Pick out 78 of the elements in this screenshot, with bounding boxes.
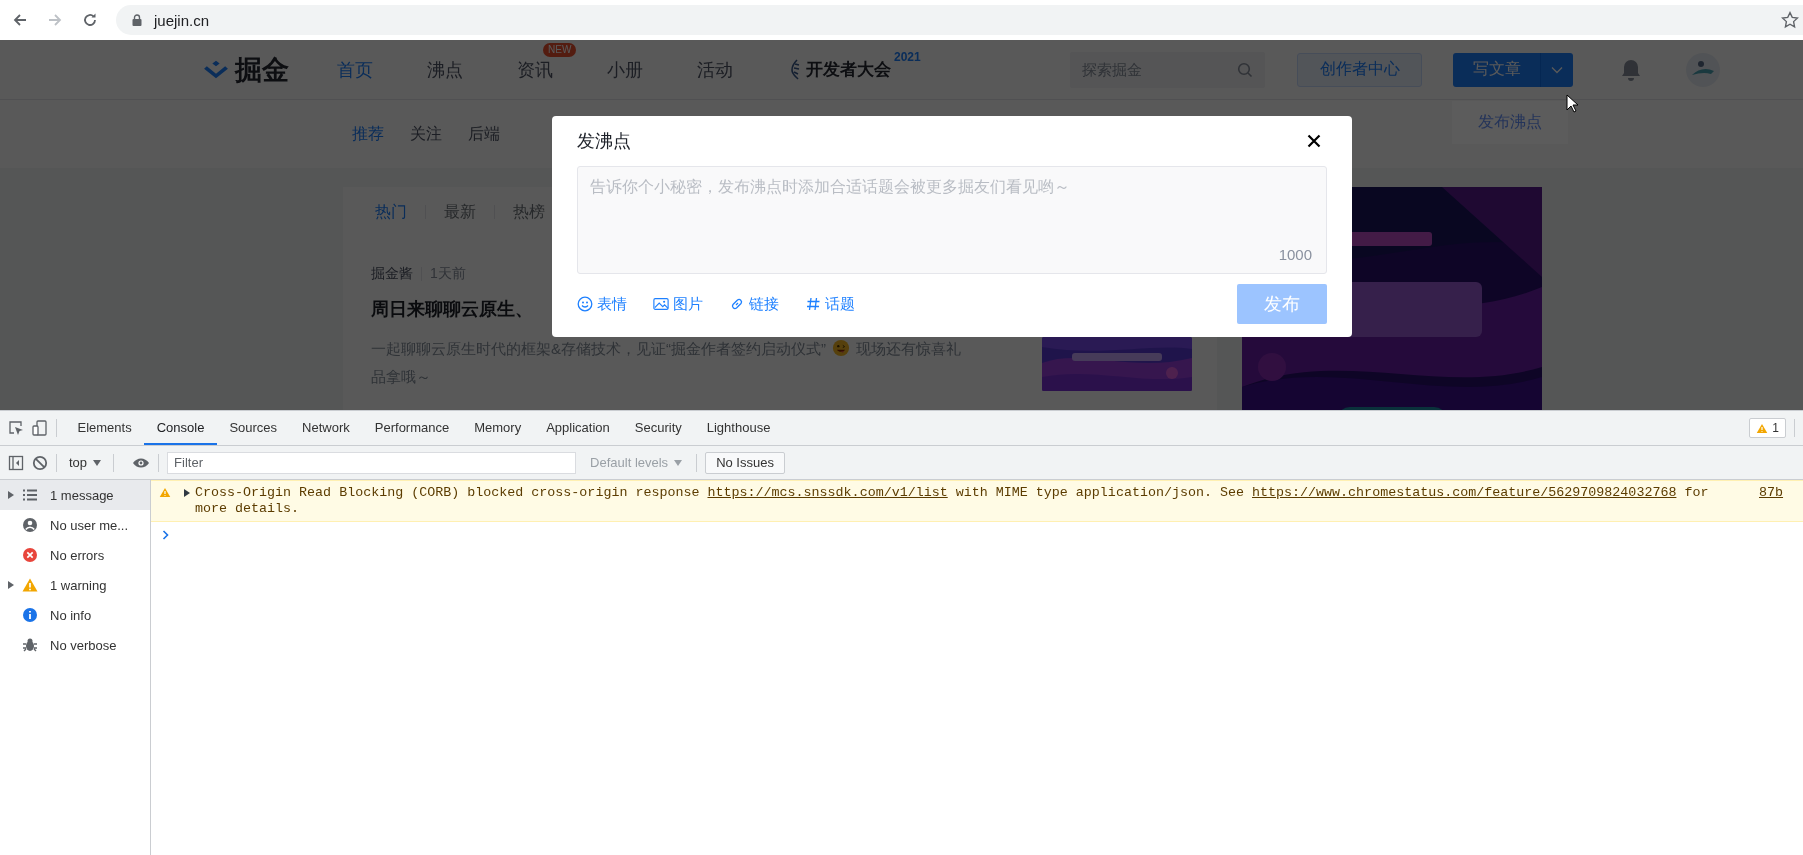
- source-link[interactable]: 87b: [1759, 485, 1784, 501]
- prompt-icon[interactable]: [162, 530, 170, 540]
- error-icon: [22, 547, 38, 563]
- devtools-tab[interactable]: Memory: [461, 411, 534, 445]
- star-icon[interactable]: [1781, 11, 1799, 29]
- sidebar-item[interactable]: No info: [0, 600, 150, 630]
- context-selector[interactable]: top: [65, 455, 106, 470]
- clear-console-icon[interactable]: [32, 454, 48, 471]
- toolbar-link[interactable]: 话题: [805, 294, 855, 314]
- devtools-tab[interactable]: Security: [622, 411, 695, 445]
- character-counter: 1000: [1278, 246, 1312, 263]
- toolbar-link[interactable]: 图片: [653, 294, 703, 314]
- expand-arrow-icon[interactable]: [8, 491, 14, 499]
- device-toolbar-icon[interactable]: [32, 420, 48, 436]
- category-tab[interactable]: 后端: [468, 123, 500, 145]
- url-link[interactable]: https://www.chromestatus.com/feature/5629709824032768: [1252, 485, 1677, 500]
- address-bar[interactable]: juejin.cn: [116, 5, 1803, 35]
- toolbar-link[interactable]: 链接: [729, 294, 779, 314]
- info-icon: [22, 607, 38, 623]
- expand-arrow-icon[interactable]: [8, 581, 14, 589]
- nav-link[interactable]: 小册: [607, 57, 643, 82]
- event-link[interactable]: 开发者大会: [806, 58, 891, 81]
- warning-icon: [159, 487, 171, 498]
- nav-link[interactable]: 活动: [697, 57, 733, 82]
- eye-icon[interactable]: [132, 456, 151, 469]
- url-text: juejin.cn: [154, 11, 210, 29]
- sidebar-item[interactable]: No verbose: [0, 630, 150, 660]
- category-tab[interactable]: 关注: [410, 123, 442, 145]
- feed-tab[interactable]: 热门: [375, 201, 407, 223]
- sidebar-item[interactable]: 1 message: [0, 480, 150, 510]
- inspect-icon[interactable]: [8, 420, 24, 436]
- write-article-button[interactable]: 写文章: [1453, 52, 1541, 87]
- devtools-tab[interactable]: Network: [289, 411, 363, 445]
- filter-field[interactable]: Filter: [167, 451, 577, 474]
- hashtag-icon: [805, 296, 821, 312]
- warnings-counter[interactable]: 1: [1749, 418, 1786, 438]
- post-input-field[interactable]: 告诉你个小秘密，发布沸点时添加合适话题会被更多掘友们看见哟～ 1000: [577, 166, 1327, 274]
- emoji-icon: [832, 339, 850, 357]
- devtools-tab[interactable]: Performance: [362, 411, 462, 445]
- sidebar-toggle-icon[interactable]: [8, 454, 24, 471]
- link-icon: [729, 296, 745, 312]
- list-icon: [22, 487, 38, 503]
- devtools-tab[interactable]: Sources: [216, 411, 290, 445]
- category-tab[interactable]: 推荐: [352, 123, 384, 145]
- nav-link[interactable]: 沸点: [427, 57, 463, 82]
- dropdown-arrow-icon: [93, 459, 102, 466]
- bug-icon: [22, 637, 38, 653]
- dialog-title: 发沸点: [577, 130, 631, 153]
- warning-icon: [1756, 422, 1769, 434]
- smiley-icon: [577, 296, 593, 312]
- user-icon: [22, 517, 38, 533]
- close-icon[interactable]: [1307, 134, 1321, 148]
- issues-button[interactable]: No Issues: [705, 451, 785, 474]
- dropdown-arrow-icon: [674, 459, 683, 466]
- sidebar-item[interactable]: 1 warning: [0, 570, 150, 600]
- devtools-tab[interactable]: Elements: [65, 411, 145, 445]
- event-year: 2021: [894, 50, 921, 64]
- new-badge: NEW: [543, 42, 577, 57]
- lock-icon: [132, 14, 142, 26]
- caret-icon: [1551, 65, 1563, 74]
- expand-arrow-icon[interactable]: [184, 489, 190, 497]
- author-name[interactable]: 掘金酱: [371, 265, 413, 283]
- logo-text[interactable]: 掘金: [235, 51, 289, 88]
- warning-icon: [22, 577, 38, 593]
- toolbar-link[interactable]: 表情: [577, 294, 627, 314]
- log-levels-dropdown[interactable]: Default levels: [584, 454, 689, 471]
- placeholder-text: 告诉你个小秘密，发布沸点时添加合适话题会被更多掘友们看见哟～: [590, 178, 1070, 195]
- back-icon[interactable]: [12, 12, 28, 28]
- image-icon: [653, 296, 669, 312]
- devtools-tab[interactable]: Application: [533, 411, 623, 445]
- nav-link[interactable]: 首页: [337, 57, 373, 82]
- sidebar-item[interactable]: No user me...: [0, 510, 150, 540]
- reload-icon[interactable]: [82, 12, 98, 28]
- url-link[interactable]: https://mcs.snssdk.com/v1/list: [707, 485, 948, 500]
- message-text: Cross-Origin Read Blocking (CORB) blocked cross-origin response https://mcs.snssdk.com/v1/list with MIME type application/json. See https://www.chromestatus.com/feature/5629709824032768 for more details.: [195, 485, 1710, 517]
- devtools-tab[interactable]: Lighthouse: [694, 411, 783, 445]
- sidebar-item[interactable]: No errors: [0, 540, 150, 570]
- nav-link[interactable]: 资讯: [517, 57, 553, 82]
